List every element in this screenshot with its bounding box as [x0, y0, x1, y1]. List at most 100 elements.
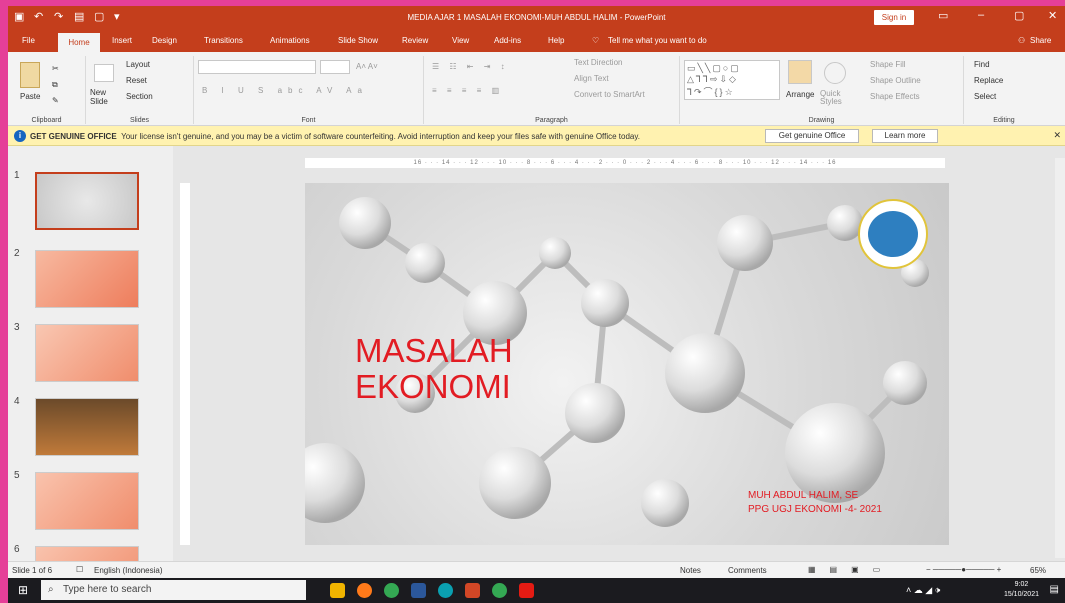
section-button[interactable]: Section: [126, 92, 153, 101]
tab-review[interactable]: Review: [402, 36, 428, 45]
word-icon[interactable]: [411, 583, 426, 598]
quick-styles-icon[interactable]: [824, 62, 846, 84]
reset-button[interactable]: Reset: [126, 76, 147, 85]
slide-author[interactable]: MUH ABDUL HALIM, SE PPG UGJ EKONOMI -4- …: [748, 489, 938, 517]
slide-title[interactable]: MASALAH EKONOMI: [355, 333, 575, 405]
app-icon[interactable]: [438, 583, 453, 598]
firefox-icon[interactable]: [357, 583, 372, 598]
quick-styles-button[interactable]: Quick Styles: [820, 90, 854, 106]
clipboard-group: Paste ✂ ⧉ ✎ Clipboard: [8, 56, 86, 124]
system-tray-icons[interactable]: ˄ ☁ ◢ 🕩: [906, 585, 940, 596]
font-size-select[interactable]: [320, 60, 350, 74]
tab-home[interactable]: Home: [58, 33, 100, 52]
comments-button[interactable]: Comments: [728, 566, 767, 575]
replace-button[interactable]: Replace: [974, 76, 1003, 85]
zoom-level[interactable]: 65%: [1030, 566, 1046, 575]
shape-fill-button[interactable]: Shape Fill: [870, 60, 906, 69]
slide-thumbnails-pane: 1 2 3 4 5 6: [8, 146, 173, 561]
font-format-icons[interactable]: B I U S abc AV Aa: [202, 86, 368, 95]
convert-smartart-button[interactable]: Convert to SmartArt: [574, 90, 645, 99]
select-button[interactable]: Select: [974, 92, 996, 101]
thumbnail-slide-1[interactable]: [35, 172, 139, 230]
tell-me-input[interactable]: Tell me what you want to do: [608, 36, 707, 45]
view-buttons[interactable]: ▦▤▣▭: [808, 565, 894, 574]
tab-file[interactable]: File: [22, 36, 35, 45]
banner-close-icon[interactable]: ✕: [1053, 130, 1061, 141]
bullets-icons[interactable]: ☰ ☷ ⇤ ⇥ ↕: [432, 62, 509, 71]
cut-icon[interactable]: ✂: [52, 64, 59, 73]
zoom-slider[interactable]: − ─────●───── +: [926, 565, 1001, 574]
drawing-label: Drawing: [808, 117, 835, 124]
thumbnail-slide-5[interactable]: [35, 472, 139, 530]
shape-outline-button[interactable]: Shape Outline: [870, 76, 921, 85]
shape-effects-button[interactable]: Shape Effects: [870, 92, 920, 101]
new-slide-button[interactable]: New Slide: [90, 88, 120, 106]
slide-canvas[interactable]: MASALAH EKONOMI MUH ABDUL HALIM, SE PPG …: [305, 183, 949, 545]
minimize-icon[interactable]: –: [978, 9, 984, 21]
sign-in-button[interactable]: Sign in: [874, 10, 914, 25]
clipboard-label: Clipboard: [31, 117, 62, 124]
thumb-number: 5: [14, 470, 20, 481]
paste-icon[interactable]: [20, 62, 40, 88]
tab-insert[interactable]: Insert: [112, 36, 132, 45]
status-bar: Slide 1 of 6 ☐ English (Indonesia) Notes…: [8, 561, 1065, 578]
alignment-icons[interactable]: ≡ ≡ ≡ ≡ ▥: [432, 86, 503, 95]
grow-font-icon[interactable]: A˄ A˅: [356, 62, 378, 71]
tab-animations[interactable]: Animations: [270, 36, 310, 45]
notes-button[interactable]: Notes: [680, 566, 701, 575]
new-slide-icon[interactable]: [94, 64, 114, 82]
title-bar: ▣ ↶ ↷ ▤ ▢ ▾ MEDIA AJAR 1 MASALAH EKONOMI…: [8, 6, 1065, 30]
slide-counter: Slide 1 of 6: [12, 566, 53, 575]
language-indicator[interactable]: English (Indonesia): [94, 566, 162, 575]
info-icon: i: [14, 130, 26, 142]
close-icon[interactable]: ✕: [1048, 9, 1057, 22]
copy-icon[interactable]: ⧉: [52, 80, 58, 90]
tab-design[interactable]: Design: [152, 36, 177, 45]
banner-message: GET GENUINE OFFICE Your license isn't ge…: [30, 132, 640, 141]
thumbnail-slide-4[interactable]: [35, 398, 139, 456]
text-direction-button[interactable]: Text Direction: [574, 58, 622, 67]
windows-taskbar: ⊞ Type here to search ⌕ ˄ ☁ ◢ 🕩 9:02 15/1…: [8, 578, 1065, 603]
windows-start-icon[interactable]: ⊞: [18, 583, 28, 597]
layout-button[interactable]: Layout: [126, 60, 150, 69]
learn-more-button[interactable]: Learn more: [872, 129, 938, 143]
paragraph-group: ☰ ☷ ⇤ ⇥ ↕ ≡ ≡ ≡ ≡ ▥ Text Direction Align…: [424, 56, 680, 124]
powerpoint-taskbar-icon[interactable]: [465, 583, 480, 598]
tab-view[interactable]: View: [452, 36, 469, 45]
tab-add-ins[interactable]: Add-ins: [494, 36, 521, 45]
tab-help[interactable]: Help: [548, 36, 564, 45]
acrobat-icon[interactable]: [519, 583, 534, 598]
banner-text: Your license isn't genuine, and you may …: [121, 132, 640, 141]
notification-icon[interactable]: ▤: [1050, 584, 1059, 595]
drawing-group: ▭╲╲▢○▢ △⅂⅂⇨⇩◇ ⅂↷⌒{}☆ Arrange Quick Style…: [680, 56, 964, 124]
chrome-icon-2[interactable]: [492, 583, 507, 598]
tab-transitions[interactable]: Transitions: [204, 36, 243, 45]
thumbnail-slide-6[interactable]: [35, 546, 139, 561]
share-icon[interactable]: ⚇: [1018, 36, 1025, 45]
thumb-number: 6: [14, 544, 20, 555]
maximize-icon[interactable]: ▢: [1014, 9, 1024, 22]
vertical-scrollbar[interactable]: [1055, 158, 1065, 558]
taskbar-clock[interactable]: 9:02 15/10/2021: [1004, 580, 1039, 600]
paste-button[interactable]: Paste: [20, 92, 40, 101]
share-button[interactable]: Share: [1030, 36, 1051, 45]
slides-label: Slides: [129, 117, 150, 124]
powerpoint-window: ▣ ↶ ↷ ▤ ▢ ▾ MEDIA AJAR 1 MASALAH EKONOMI…: [8, 6, 1065, 603]
spellcheck-icon[interactable]: ☐: [76, 565, 83, 574]
get-genuine-office-button[interactable]: Get genuine Office: [765, 129, 859, 143]
tab-slide-show[interactable]: Slide Show: [338, 36, 378, 45]
thumbnail-slide-2[interactable]: [35, 250, 139, 308]
file-explorer-icon[interactable]: [330, 583, 345, 598]
format-painter-icon[interactable]: ✎: [52, 96, 59, 105]
align-text-button[interactable]: Align Text: [574, 74, 609, 83]
chrome-icon[interactable]: [384, 583, 399, 598]
thumbnail-slide-3[interactable]: [35, 324, 139, 382]
arrange-button[interactable]: Arrange: [786, 90, 814, 99]
font-family-select[interactable]: [198, 60, 316, 74]
taskbar-search-input[interactable]: Type here to search: [41, 580, 306, 600]
ribbon-display-options-icon[interactable]: ▭: [938, 9, 948, 22]
find-button[interactable]: Find: [974, 60, 990, 69]
shapes-gallery[interactable]: ▭╲╲▢○▢ △⅂⅂⇨⇩◇ ⅂↷⌒{}☆: [684, 60, 780, 100]
clock-time: 9:02: [1014, 581, 1029, 588]
arrange-icon[interactable]: [788, 60, 812, 84]
